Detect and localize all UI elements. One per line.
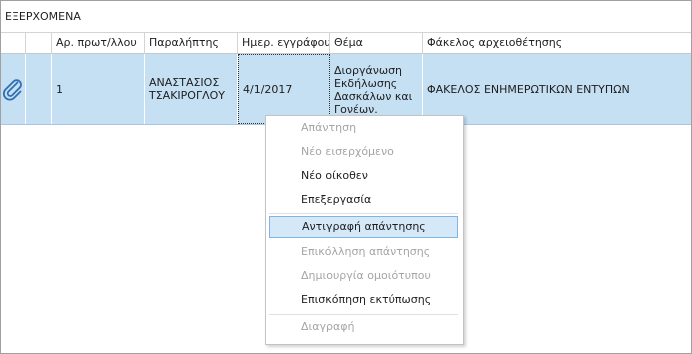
archive-folder-text: ΦΑΚΕΛΟΣ ΕΝΗΜΕΡΩΤΙΚΩΝ ΕΝΤΥΠΩΝ	[427, 82, 630, 96]
column-header-attachment[interactable]	[26, 33, 52, 53]
subject-cell[interactable]: Διοργάνωση Εκδήλωσης Δασκάλων και Γονέων…	[330, 54, 423, 124]
column-header-document-date[interactable]: Ημερ. εγγράφου	[238, 33, 330, 53]
context-menu: Απάντηση Νέο εισερχόμενο Νέο οίκοθεν Επε…	[265, 115, 464, 345]
group-header[interactable]: ΕΞΕΡΧΟΜΕΝΑ	[1, 1, 691, 33]
menu-separator	[269, 213, 458, 214]
menu-item-create-duplicate[interactable]: Δημιουργία ομοιότυπου	[269, 265, 458, 287]
menu-item-new-internal[interactable]: Νέο οίκοθεν	[269, 165, 458, 187]
menu-item-edit[interactable]: Επεξεργασία	[269, 189, 458, 211]
menu-item-delete[interactable]: Διαγραφή	[269, 316, 458, 338]
column-header-protocol-number[interactable]: Αρ. πρωτ/λλου	[52, 33, 145, 53]
menu-item-paste-reply[interactable]: Επικόλληση απάντησης	[269, 241, 458, 263]
menu-item-reply[interactable]: Απάντηση	[269, 117, 458, 139]
menu-item-new-incoming[interactable]: Νέο εισερχόμενο	[269, 141, 458, 163]
document-date-cell[interactable]: 4/1/2017	[238, 54, 330, 124]
column-header-row: Αρ. πρωτ/λλου Παραλήπτης Ημερ. εγγράφου …	[1, 33, 691, 54]
archive-folder-cell[interactable]: ΦΑΚΕΛΟΣ ΕΝΗΜΕΡΩΤΙΚΩΝ ΕΝΤΥΠΩΝ	[423, 54, 691, 124]
row-indicator-cell[interactable]	[26, 54, 52, 124]
menu-item-print-preview[interactable]: Επισκόπηση εκτύπωσης	[269, 289, 458, 311]
document-date-text: 4/1/2017	[243, 82, 293, 96]
paperclip-icon	[3, 79, 22, 101]
column-header-recipient[interactable]: Παραλήπτης	[145, 33, 238, 53]
subject-text: Διοργάνωση Εκδήλωσης Δασκάλων και Γονέων…	[334, 64, 413, 116]
recipient-text: ΑΝΑΣΤΑΣΙΟΣ ΤΣΑΚΙΡΟΓΛΟΥ	[149, 76, 225, 102]
column-header-subject[interactable]: Θέμα	[330, 33, 423, 53]
column-header-indicator[interactable]	[1, 33, 26, 53]
recipient-cell[interactable]: ΑΝΑΣΤΑΣΙΟΣ ΤΣΑΚΙΡΟΓΛΟΥ	[145, 54, 238, 124]
protocol-number-text: 1	[56, 82, 63, 96]
group-title: ΕΞΕΡΧΟΜΕΝΑ	[5, 10, 81, 23]
protocol-number-cell[interactable]: 1	[52, 54, 145, 124]
row-attachment-cell[interactable]	[1, 54, 26, 124]
menu-item-copy-reply[interactable]: Αντιγραφή απάντησης	[269, 216, 458, 238]
menu-separator	[269, 314, 458, 315]
column-header-archive-folder[interactable]: Φάκελος αρχειοθέτησης	[423, 33, 691, 53]
